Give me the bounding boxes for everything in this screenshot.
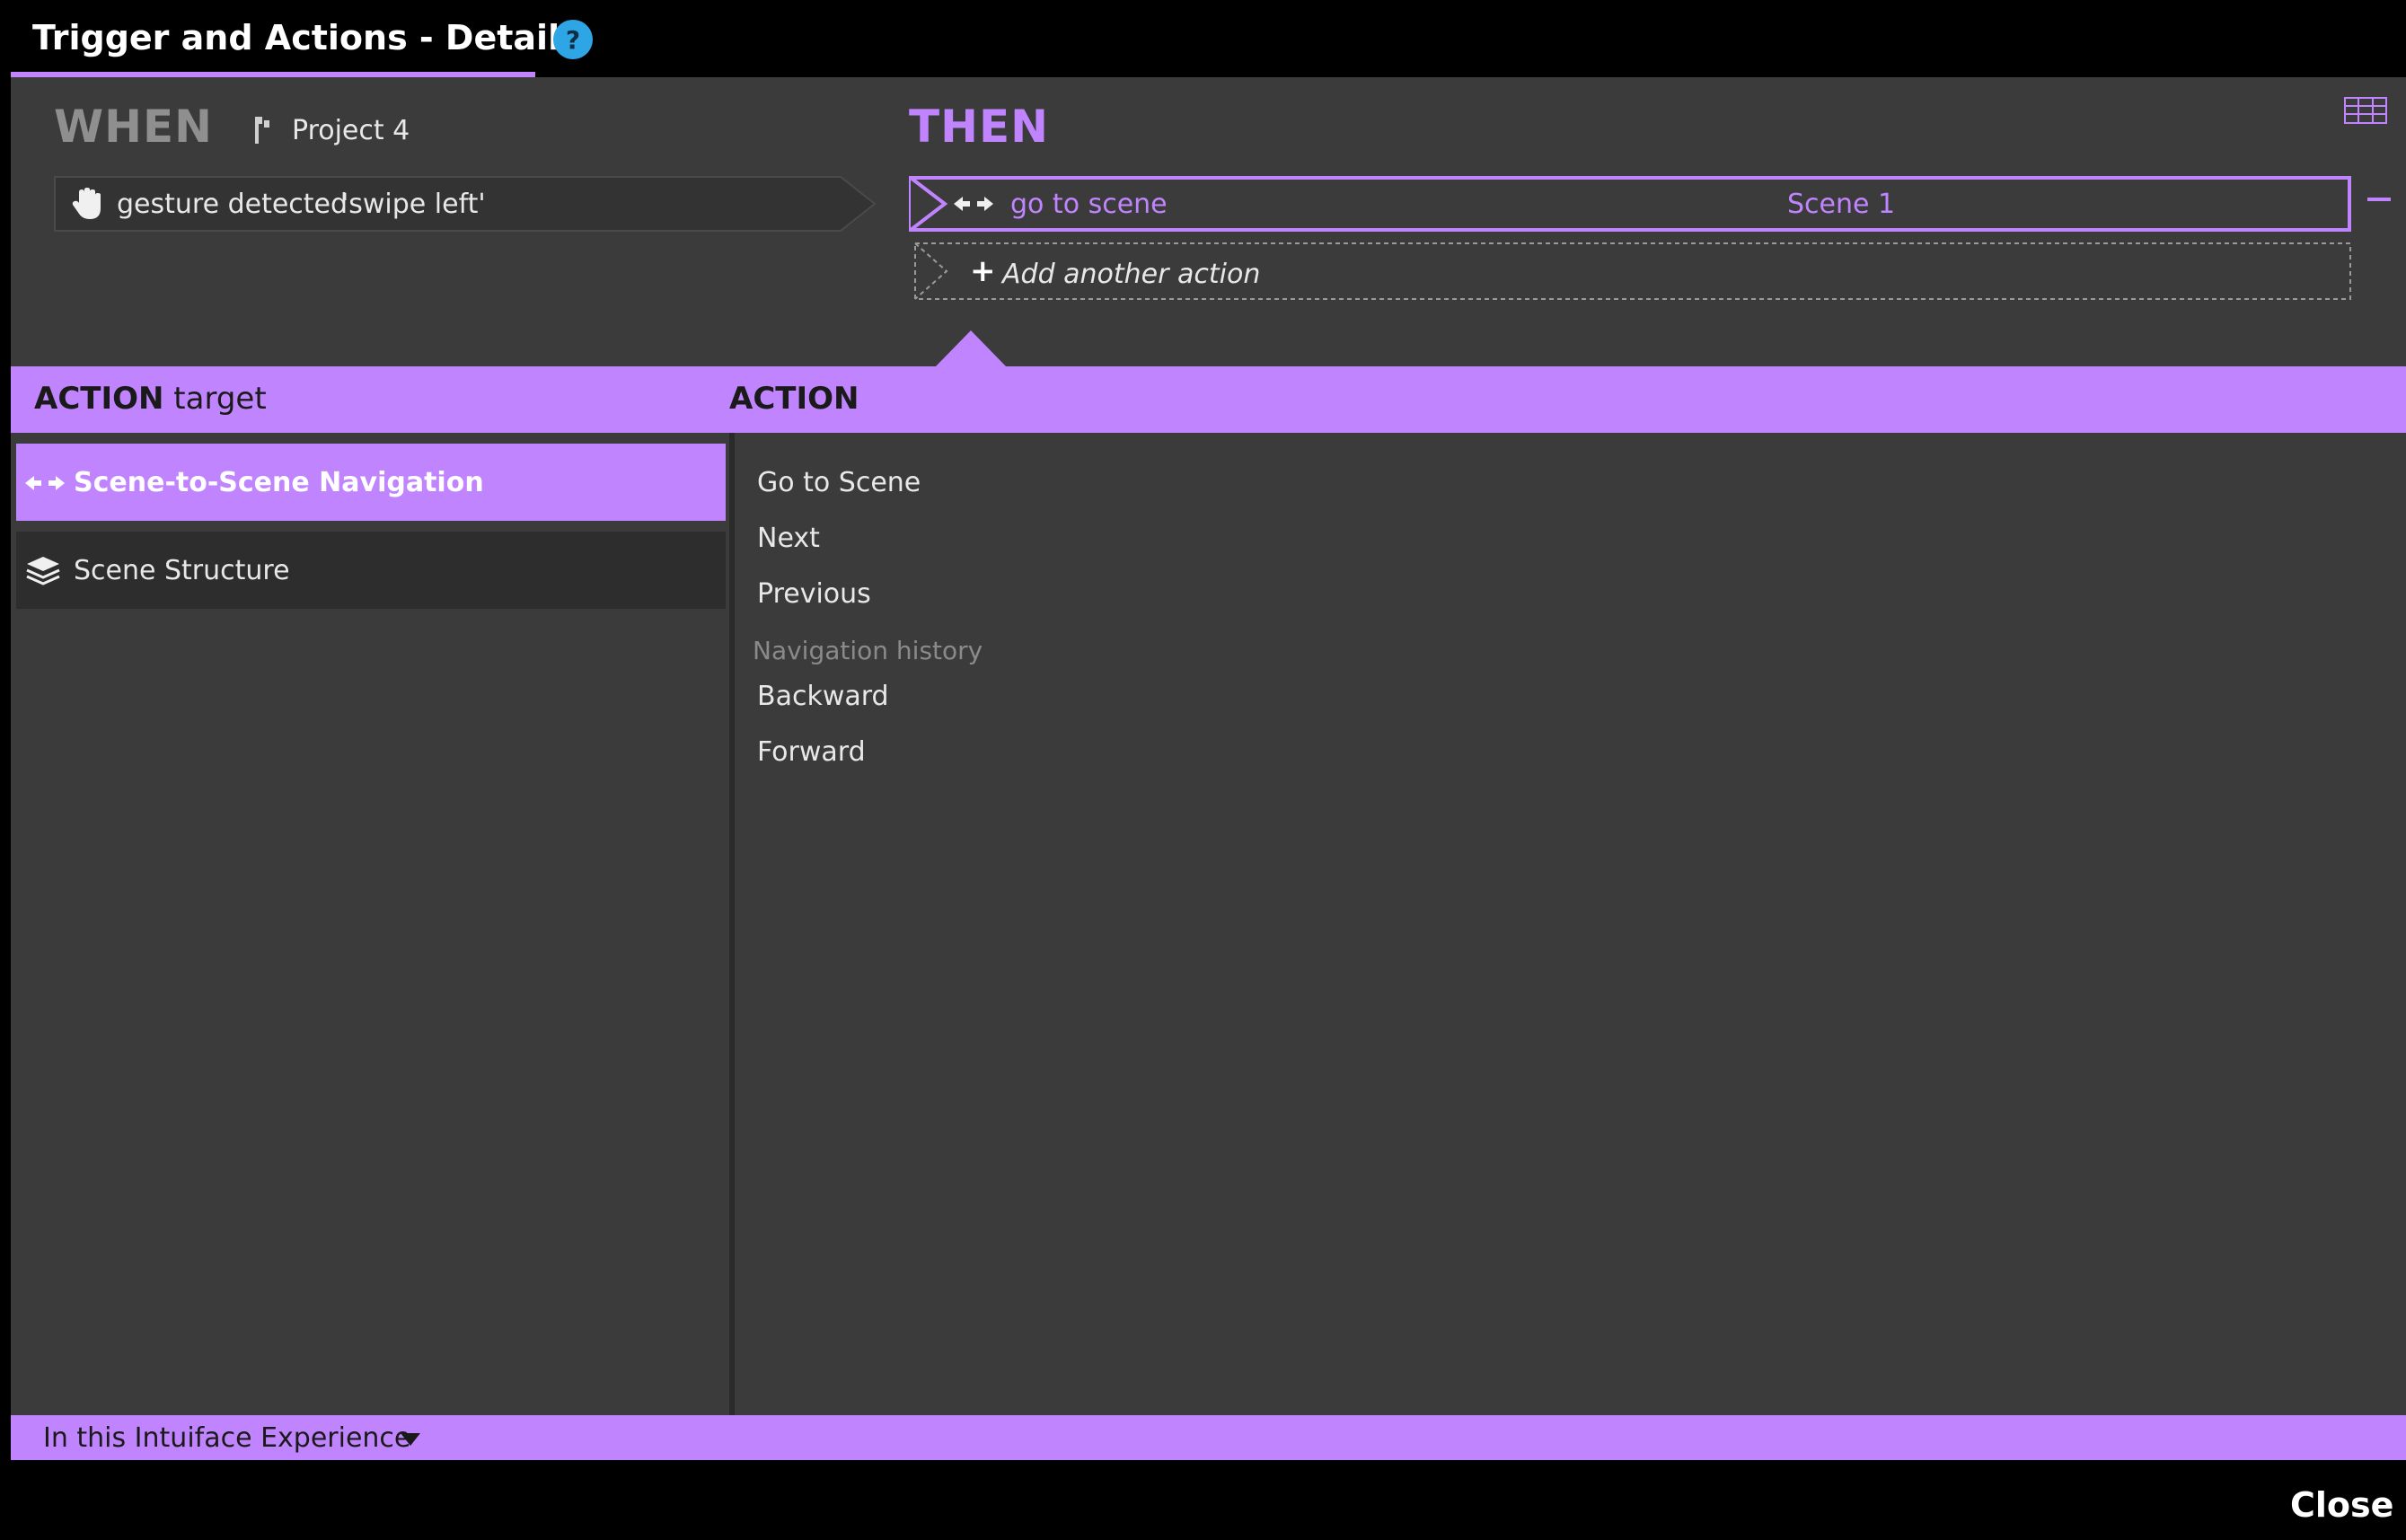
action-item-next[interactable]: Next	[757, 523, 820, 554]
layers-icon	[26, 557, 60, 585]
action-name: go to scene	[1010, 189, 1168, 220]
project-name: Project 4	[292, 115, 410, 146]
trigger-parameter: 'swipe left'	[341, 189, 486, 220]
action-item-backward[interactable]: Backward	[757, 681, 889, 712]
scope-dropdown[interactable]: In this Intuiface Experience	[43, 1422, 410, 1454]
add-another-action-label: Add another action	[1002, 259, 1261, 290]
help-icon[interactable]: ?	[553, 20, 593, 59]
action-header: ACTION	[729, 381, 859, 417]
project-icon	[255, 117, 269, 144]
target-item-label: Scene-to-Scene Navigation	[74, 467, 484, 498]
action-item-previous[interactable]: Previous	[757, 578, 871, 610]
window-title: Trigger and Actions - Details	[32, 18, 580, 57]
target-item-label: Scene Structure	[74, 555, 290, 586]
action-item-go-to-scene[interactable]: Go to Scene	[757, 467, 921, 498]
action-item-forward[interactable]: Forward	[757, 736, 866, 768]
hand-icon	[72, 188, 101, 219]
trigger-event: gesture detected	[117, 189, 348, 220]
remove-action-button[interactable]	[2367, 198, 2391, 201]
action-target-header-rest: target	[163, 381, 267, 417]
action-target-header: ACTION target	[34, 381, 267, 417]
when-label: WHEN	[54, 101, 213, 153]
grid-view-icon[interactable]	[2344, 97, 2387, 124]
action-target-header-strong: ACTION	[34, 381, 164, 417]
action-list	[735, 433, 2406, 1415]
then-label: THEN	[909, 101, 1049, 153]
arrows-icon	[25, 476, 65, 490]
picker-header	[11, 366, 2406, 433]
action-parameter-value[interactable]: Scene 1	[1787, 189, 1895, 220]
arrows-icon	[954, 197, 993, 211]
chevron-down-icon[interactable]	[401, 1433, 420, 1446]
plus-icon: +	[970, 253, 996, 289]
section-heading-navigation-history: Navigation history	[753, 636, 983, 665]
selection-pointer	[934, 330, 1008, 368]
dialog-footer	[11, 1460, 2406, 1540]
close-button[interactable]: Close	[2290, 1485, 2393, 1525]
